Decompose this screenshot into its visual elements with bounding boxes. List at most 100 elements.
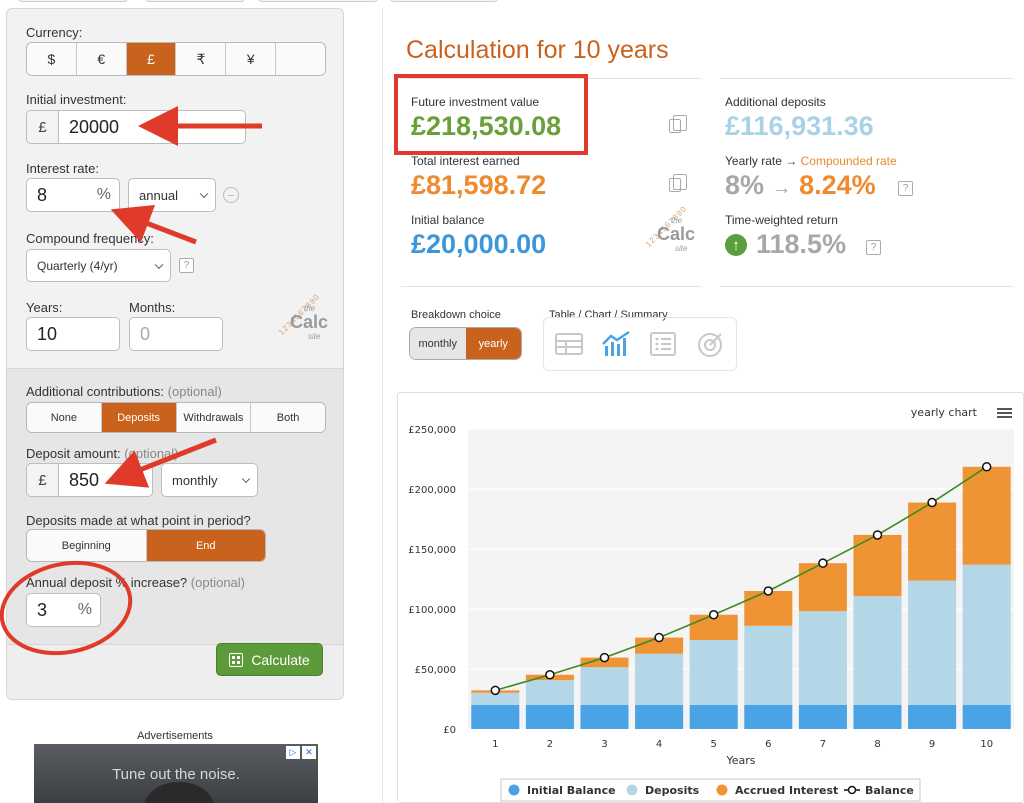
deposit-amount-label: Deposit amount: (optional)	[26, 446, 179, 461]
months-label: Months:	[129, 300, 176, 315]
timing-option-end[interactable]: End	[146, 530, 265, 561]
months-placeholder: 0	[140, 323, 151, 344]
help-icon[interactable]: ?	[866, 240, 881, 255]
ad-controls: ▷ ✕	[286, 746, 316, 759]
bar-deposits	[908, 580, 957, 705]
top-tabs	[0, 0, 520, 4]
bar-initial-balance	[689, 705, 738, 729]
months-input[interactable]: 0	[129, 317, 223, 351]
x-tick-label: 1	[492, 739, 498, 750]
bar-accrued-interest	[798, 563, 847, 612]
timing-option-beginning[interactable]: Beginning	[27, 530, 147, 561]
balance-point	[763, 586, 774, 596]
breakdown-monthly[interactable]: monthly	[410, 328, 466, 359]
additional-deposits-value: £116,931.36	[725, 111, 874, 141]
top-tab[interactable]	[390, 0, 498, 2]
balance-point	[818, 558, 828, 568]
years-label: Years:	[26, 300, 63, 315]
bar-deposits	[635, 653, 684, 705]
ad-text: Tune out the noise.	[112, 766, 240, 783]
divider	[720, 286, 1013, 287]
years-value: 10	[37, 323, 58, 344]
legend-marker	[626, 784, 638, 796]
interest-rate-value: 8	[37, 184, 48, 205]
bar-accrued-interest	[908, 502, 957, 581]
bar-initial-balance	[744, 705, 793, 729]
chevron-down-icon	[241, 474, 251, 484]
rate-period-select[interactable]: annual	[128, 178, 216, 212]
currency-option-blank[interactable]	[276, 43, 325, 75]
arrow-up-icon: ↑	[725, 234, 747, 256]
balance-point	[599, 652, 610, 663]
help-icon[interactable]: ?	[898, 181, 913, 196]
divider	[720, 78, 1013, 79]
table-icon[interactable]	[554, 330, 584, 358]
deposit-amount-input[interactable]: £ 850	[26, 463, 153, 497]
additional-deposits-label: Additional deposits	[725, 95, 826, 109]
yearly-chart: £0 £50,000 £100,000 £150,000 £200,000 £250,00…	[397, 392, 1024, 803]
ad-close-icon[interactable]: ✕	[302, 746, 316, 759]
legend-marker	[716, 784, 728, 796]
years-input[interactable]: 10	[26, 317, 120, 351]
top-tab[interactable]	[145, 0, 245, 2]
currency-option-sym2[interactable]: £	[126, 43, 177, 75]
y-tick-label: £200,000	[408, 485, 456, 496]
future-value-label: Future investment value	[411, 95, 540, 109]
currency-option-sym3[interactable]: ₹	[176, 43, 227, 75]
time-weighted-value: 118.5%	[756, 229, 847, 259]
interest-rate-input[interactable]: 8 %	[26, 178, 120, 212]
contribution-option-withdrawals[interactable]: Withdrawals	[176, 403, 252, 432]
currency-option-sym1[interactable]: €	[76, 43, 127, 75]
time-weighted-label: Time-weighted return	[725, 213, 838, 227]
initial-balance-label: Initial balance	[411, 213, 485, 227]
bar-initial-balance	[962, 705, 1011, 729]
initial-investment-input[interactable]: £ 20000	[26, 110, 246, 144]
bar-accrued-interest	[744, 591, 793, 626]
x-tick-label: 5	[711, 739, 717, 750]
advertisement-banner[interactable]: Tune out the noise. ▷ ✕	[34, 744, 318, 803]
help-icon[interactable]: ?	[179, 258, 194, 273]
ad-info-icon[interactable]: ▷	[286, 746, 300, 759]
balance-point	[981, 462, 992, 472]
balance-point	[927, 497, 937, 508]
top-tab[interactable]	[18, 0, 128, 2]
currency-prefix: £	[27, 111, 59, 143]
bar-deposits	[798, 611, 847, 705]
copy-icon[interactable]	[669, 115, 687, 133]
currency-option-sym4[interactable]: ¥	[226, 43, 277, 75]
future-value: £218,530.08	[411, 111, 562, 141]
annual-increase-input[interactable]: 3 %	[26, 593, 101, 627]
balance-point	[490, 685, 501, 696]
calculate-button[interactable]: Calculate	[216, 643, 323, 676]
balance-point	[545, 670, 555, 680]
bar-initial-balance	[853, 705, 902, 729]
percent-suffix: %	[96, 186, 111, 203]
bar-deposits	[525, 680, 574, 705]
target-icon[interactable]	[695, 330, 725, 358]
deposit-timing-selector: Beginning End	[26, 529, 266, 562]
total-interest-label: Total interest earned	[411, 154, 520, 168]
bar-initial-balance	[471, 705, 520, 729]
y-tick-label: £0	[443, 725, 456, 736]
deposit-period-select[interactable]: monthly	[161, 463, 258, 497]
currency-selector: $ € £ ₹ ¥	[26, 42, 326, 76]
menu-icon-bar	[997, 408, 1012, 410]
contribution-option-none[interactable]: None	[27, 403, 102, 432]
currency-option-sym0[interactable]: $	[27, 43, 77, 75]
contribution-option-both[interactable]: Both	[251, 403, 325, 432]
chart-icon[interactable]	[601, 330, 631, 358]
legend-label: Accrued Interest	[735, 784, 838, 797]
nominal-rate: 8%	[725, 170, 765, 200]
breakdown-yearly[interactable]: yearly	[465, 328, 521, 359]
copy-icon[interactable]	[669, 174, 687, 192]
annual-increase-value: 3	[37, 599, 48, 620]
total-interest-value: £81,598.72	[411, 170, 547, 200]
remove-rate-icon[interactable]	[223, 187, 239, 203]
compound-frequency-select[interactable]: Quarterly (4/yr)	[26, 249, 171, 282]
legend-marker	[508, 784, 520, 796]
summary-list-icon[interactable]	[648, 330, 678, 358]
top-tab[interactable]	[258, 0, 378, 2]
contribution-option-deposits[interactable]: Deposits	[101, 403, 177, 432]
x-tick-label: 7	[820, 739, 826, 750]
legend-marker	[847, 785, 857, 795]
